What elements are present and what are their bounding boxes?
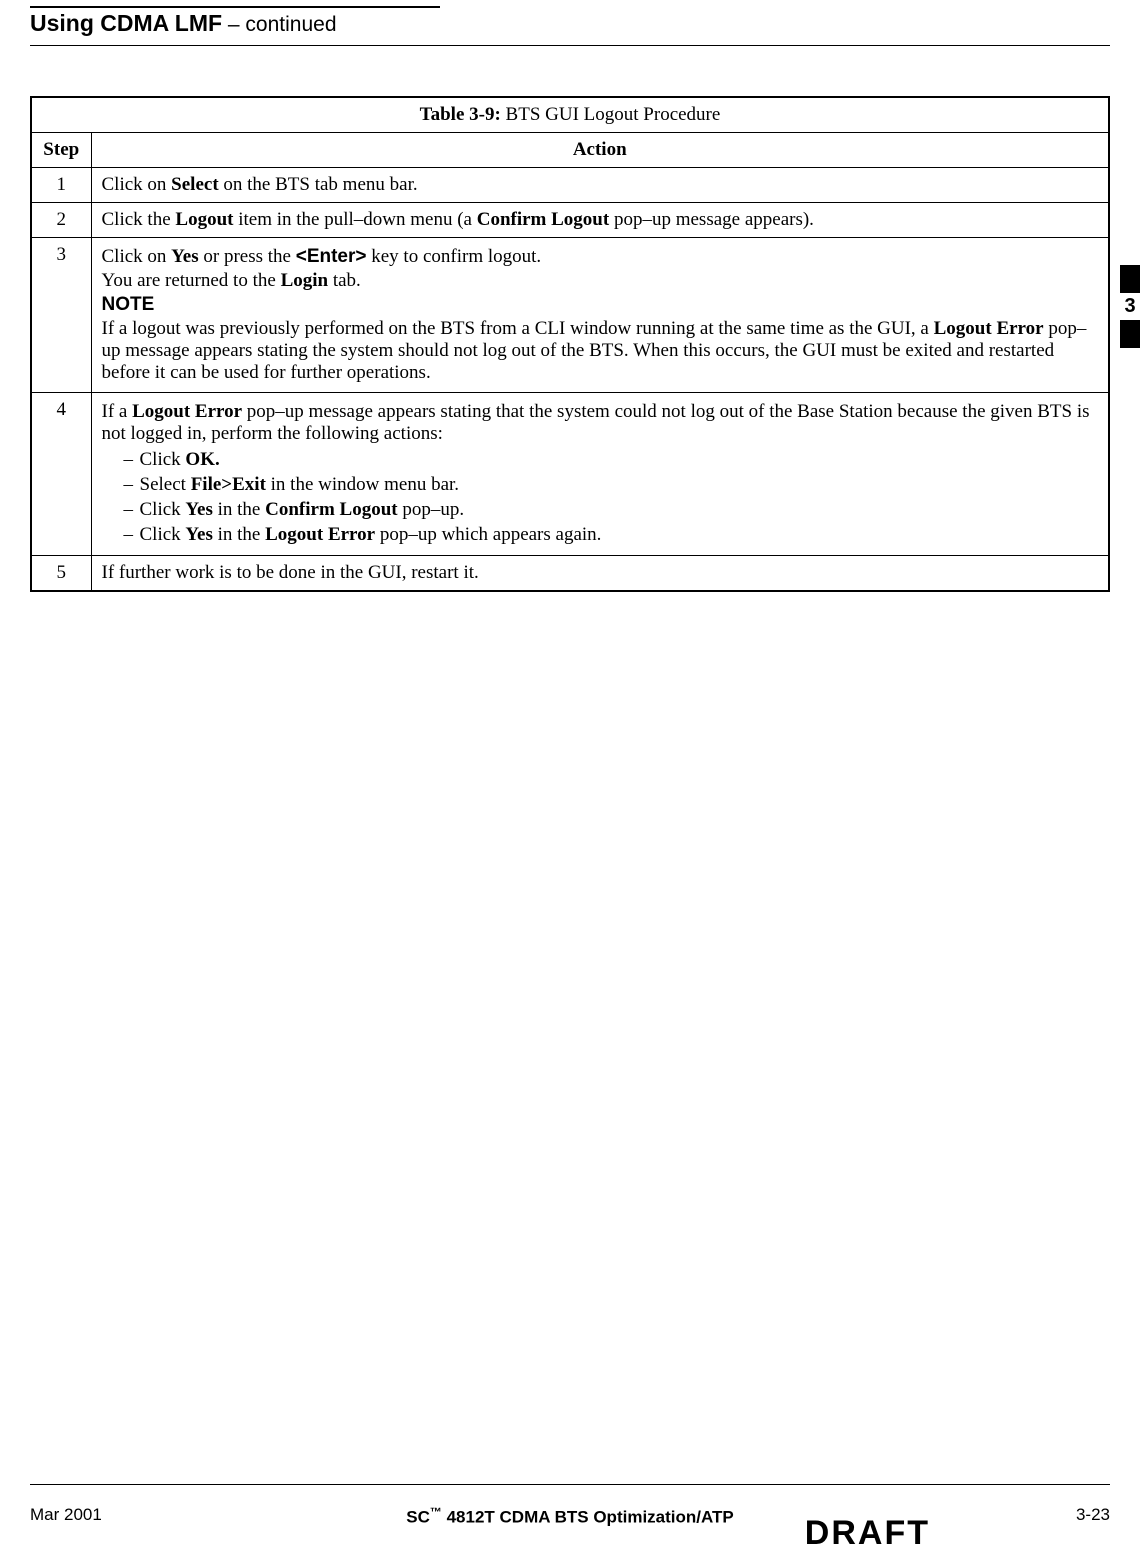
list-item: –Click OK.	[124, 449, 1099, 471]
col-action: Action	[91, 133, 1109, 168]
header-continued: – continued	[222, 13, 336, 36]
table-row: 1 Click on Select on the BTS tab menu ba…	[31, 168, 1109, 203]
table-row: 5 If further work is to be done in the G…	[31, 556, 1109, 592]
table-row: 2 Click the Logout item in the pull–down…	[31, 203, 1109, 238]
draft-stamp: DRAFT	[805, 1514, 930, 1553]
step-num: 4	[31, 393, 91, 556]
side-tab-block-top	[1120, 265, 1140, 293]
header-title: Using CDMA LMF	[30, 10, 222, 36]
header-rule	[30, 45, 1110, 46]
caption-text: BTS GUI Logout Procedure	[501, 104, 721, 125]
side-tab: 3	[1120, 265, 1140, 348]
step-num: 5	[31, 556, 91, 592]
step-action: Click the Logout item in the pull–down m…	[91, 203, 1109, 238]
col-step: Step	[31, 133, 91, 168]
step-num: 1	[31, 168, 91, 203]
procedure-table: Table 3-9: BTS GUI Logout Procedure Step…	[30, 96, 1110, 592]
table-row: 3 Click on Yes or press the <Enter> key …	[31, 238, 1109, 393]
caption-prefix: Table 3-9:	[420, 104, 501, 125]
page-footer: Mar 2001 SC™ 4812T CDMA BTS Optimization…	[30, 1505, 1110, 1525]
list-item: –Click Yes in the Logout Error pop–up wh…	[124, 524, 1099, 546]
note-label: NOTE	[102, 294, 1099, 316]
bullet-list: –Click OK. –Select File>Exit in the wind…	[124, 449, 1099, 546]
page-header: Using CDMA LMF – continued	[30, 10, 1110, 43]
list-item: –Select File>Exit in the window menu bar…	[124, 474, 1099, 496]
step-action: If a Logout Error pop–up message appears…	[91, 393, 1109, 556]
step-action: Click on Yes or press the <Enter> key to…	[91, 238, 1109, 393]
side-tab-block-bottom	[1120, 320, 1140, 348]
step-num: 2	[31, 203, 91, 238]
step-action: Click on Select on the BTS tab menu bar.	[91, 168, 1109, 203]
table-caption: Table 3-9: BTS GUI Logout Procedure	[31, 97, 1109, 133]
list-item: –Click Yes in the Confirm Logout pop–up.	[124, 499, 1099, 521]
side-tab-number: 3	[1120, 293, 1140, 320]
footer-title: SC™ 4812T CDMA BTS Optimization/ATP	[30, 1505, 1110, 1528]
step-num: 3	[31, 238, 91, 393]
table-row: 4 If a Logout Error pop–up message appea…	[31, 393, 1109, 556]
footer-rule	[30, 1484, 1110, 1485]
top-partial-rule	[30, 6, 440, 8]
step-action: If further work is to be done in the GUI…	[91, 556, 1109, 592]
